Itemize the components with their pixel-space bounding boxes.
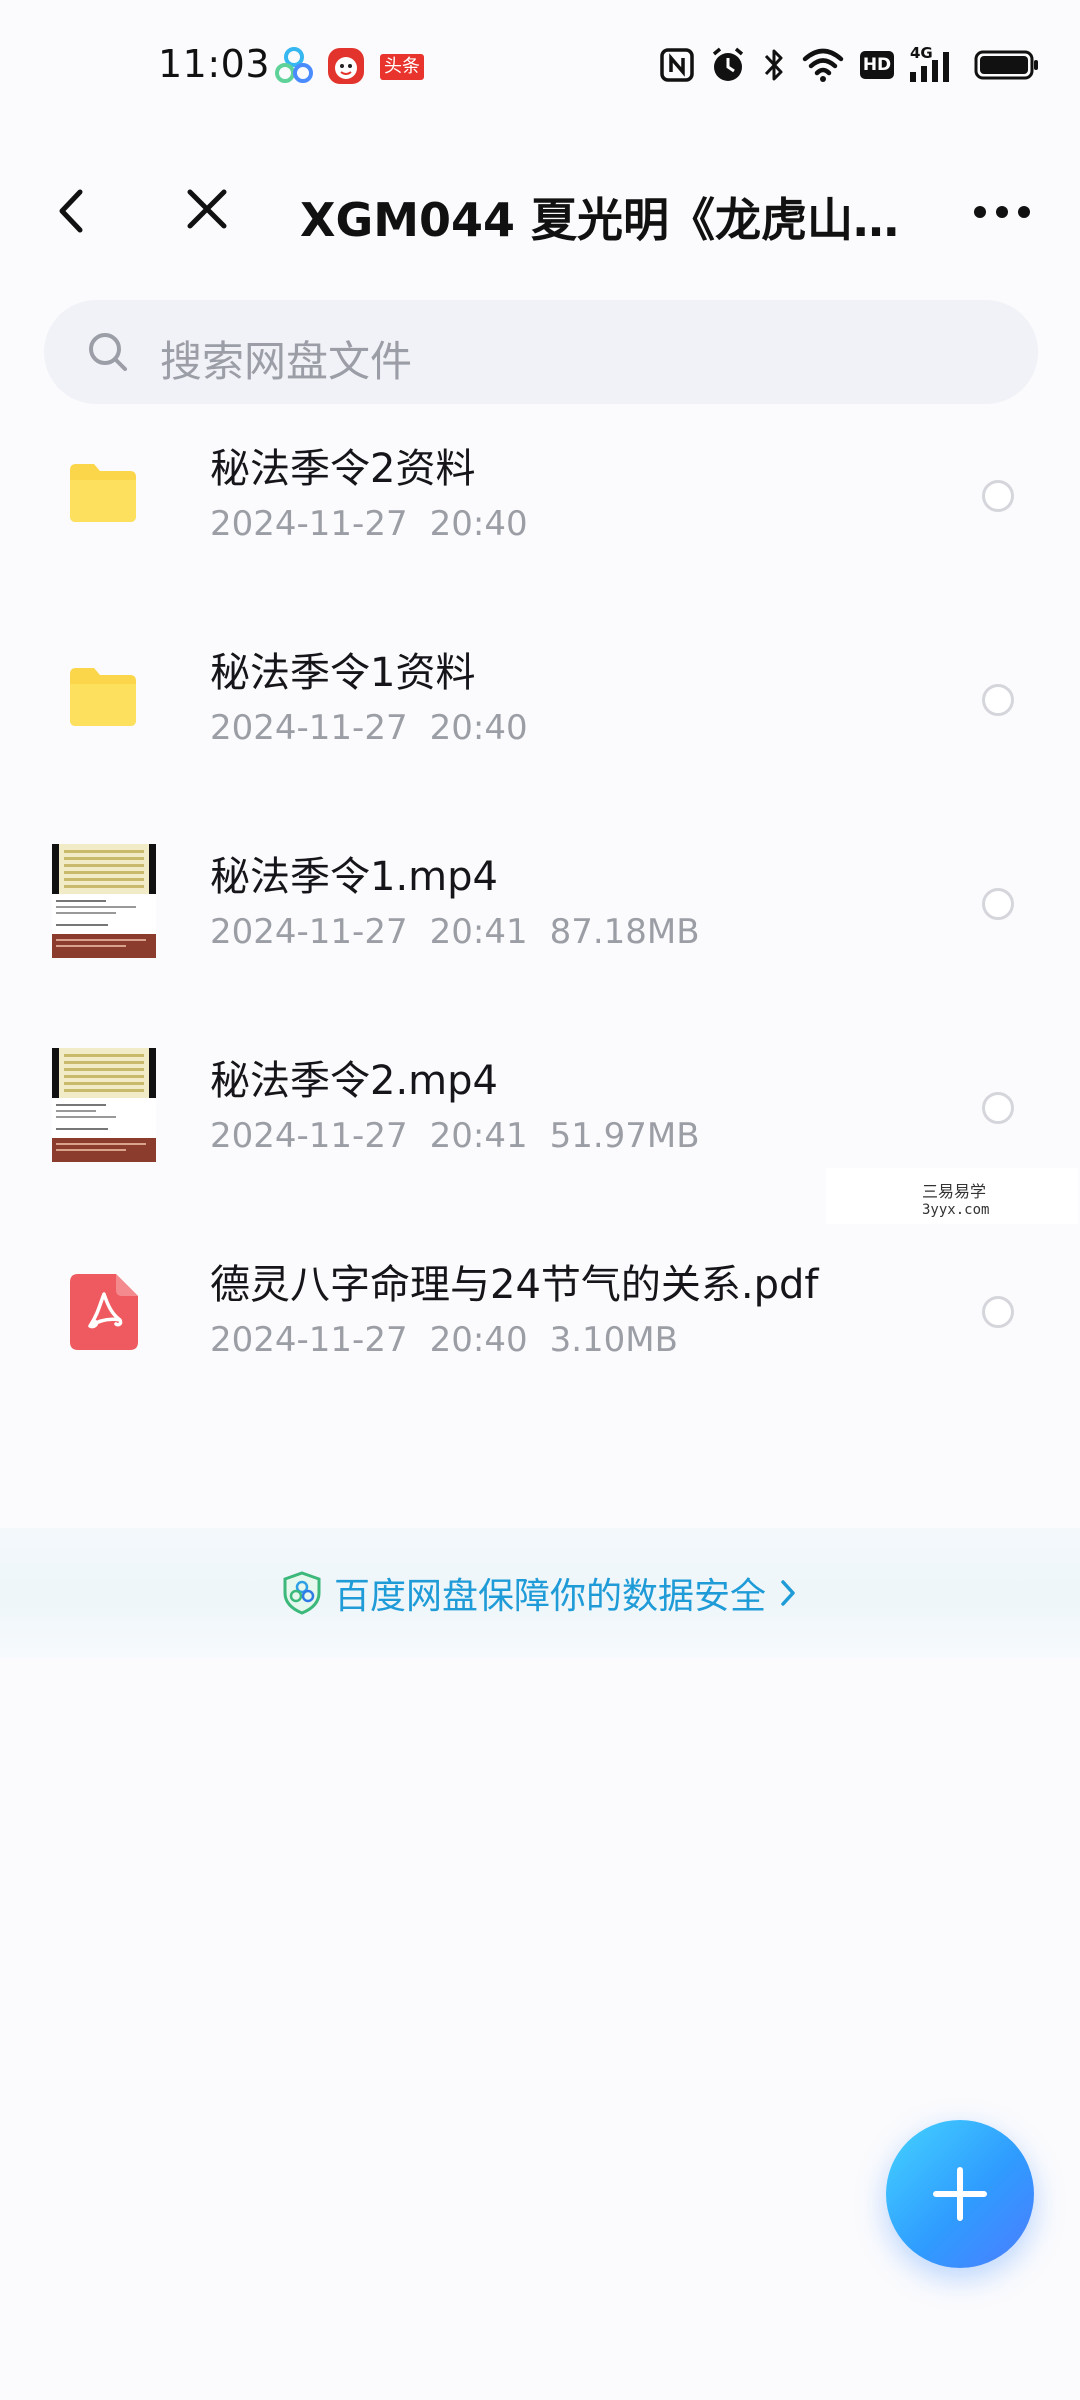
select-radio[interactable] xyxy=(982,1296,1014,1328)
file-size: 87.18MB xyxy=(549,912,700,952)
cellular-signal-icon: 4G xyxy=(910,44,958,84)
file-meta: 2024-11-27 20:40 3.10MB xyxy=(210,1320,700,1360)
video-thumbnail xyxy=(52,1048,156,1162)
wifi-icon xyxy=(802,48,844,82)
more-options-icon[interactable] xyxy=(972,204,1032,220)
bluetooth-icon xyxy=(764,49,783,81)
close-icon[interactable] xyxy=(184,186,230,232)
file-meta: 2024-11-27 20:40 xyxy=(210,708,550,748)
select-radio[interactable] xyxy=(982,888,1014,920)
search-bar[interactable]: 搜索网盘文件 xyxy=(44,300,1038,404)
video-thumbnail xyxy=(52,844,156,958)
mascot-app-icon xyxy=(328,48,364,84)
file-date: 2024-11-27 xyxy=(210,504,408,544)
page-title: XGM044 夏光明《龙虎山秘… xyxy=(300,193,920,247)
toutiao-badge: 头条 xyxy=(380,54,424,80)
network-type-label: 4G xyxy=(910,44,933,62)
plus-icon xyxy=(933,2167,987,2221)
file-size: 51.97MB xyxy=(549,1116,700,1156)
watermark: 三易易学 3yyx.com xyxy=(826,1168,1078,1224)
pdf-file-icon xyxy=(70,1274,138,1350)
file-date: 2024-11-27 xyxy=(210,708,408,748)
file-date: 2024-11-27 xyxy=(210,1116,408,1156)
chevron-right-icon xyxy=(781,1580,795,1606)
status-time: 11:03 xyxy=(158,42,271,86)
search-icon xyxy=(89,333,127,371)
file-meta: 2024-11-27 20:41 87.18MB xyxy=(210,912,722,952)
file-time: 20:40 xyxy=(429,1320,528,1360)
status-bar: 11:03 头条 HD 4G xyxy=(0,0,1080,130)
nfc-icon xyxy=(660,48,694,82)
file-time: 20:40 xyxy=(429,504,528,544)
battery-icon xyxy=(974,50,1038,80)
file-name: 秘法季令2资料 xyxy=(210,446,476,492)
file-row[interactable]: 德灵八字命理与24节气的关系.pdf 2024-11-27 20:40 3.10MB xyxy=(0,1212,1080,1416)
select-radio[interactable] xyxy=(982,480,1014,512)
file-name: 德灵八字命理与24节气的关系.pdf xyxy=(210,1262,819,1308)
app-cluster-icon xyxy=(275,47,313,83)
file-time: 20:40 xyxy=(429,708,528,748)
security-banner-text: 百度网盘保障你的数据安全 xyxy=(333,1576,766,1617)
file-name: 秘法季令1.mp4 xyxy=(210,854,498,900)
shield-icon xyxy=(283,1571,321,1615)
file-row[interactable]: 秘法季令2资料 2024-11-27 20:40 xyxy=(0,396,1080,600)
folder-icon xyxy=(70,668,136,726)
file-date: 2024-11-27 xyxy=(210,1320,408,1360)
status-icons: HD 4G xyxy=(660,44,1040,86)
top-bar: XGM044 夏光明《龙虎山秘… xyxy=(0,150,1080,270)
watermark-name: 三易易学 xyxy=(922,1182,987,1201)
select-radio[interactable] xyxy=(982,684,1014,716)
file-size: 3.10MB xyxy=(549,1320,678,1360)
hd-badge: HD xyxy=(860,51,894,79)
file-name: 秘法季令1资料 xyxy=(210,650,476,696)
file-date: 2024-11-27 xyxy=(210,912,408,952)
watermark-url: 3yyx.com xyxy=(922,1202,990,1218)
file-meta: 2024-11-27 20:40 xyxy=(210,504,550,544)
file-name: 秘法季令2.mp4 xyxy=(210,1058,498,1104)
file-row[interactable]: 秘法季令1.mp4 2024-11-27 20:41 87.18MB xyxy=(0,804,1080,1008)
security-banner[interactable]: 百度网盘保障你的数据安全 xyxy=(0,1528,1080,1658)
search-input[interactable]: 搜索网盘文件 xyxy=(160,328,412,389)
file-row[interactable]: 秘法季令1资料 2024-11-27 20:40 xyxy=(0,600,1080,804)
back-arrow-icon[interactable] xyxy=(54,186,90,236)
select-radio[interactable] xyxy=(982,1092,1014,1124)
file-time: 20:41 xyxy=(429,1116,528,1156)
add-button[interactable] xyxy=(886,2120,1034,2268)
file-time: 20:41 xyxy=(429,912,528,952)
file-meta: 2024-11-27 20:41 51.97MB xyxy=(210,1116,722,1156)
alarm-icon xyxy=(712,47,744,81)
folder-icon xyxy=(70,464,136,522)
